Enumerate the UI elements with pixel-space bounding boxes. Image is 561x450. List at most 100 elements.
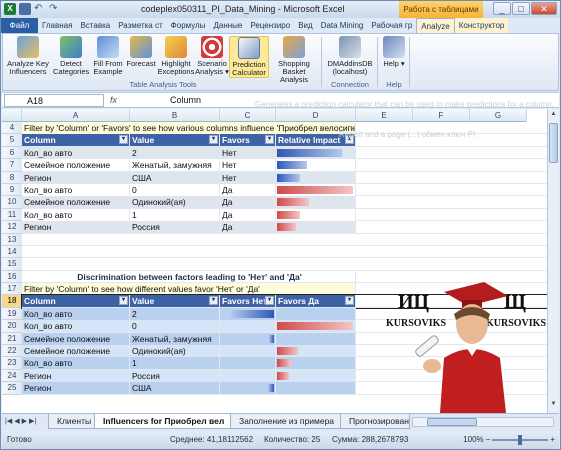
cell-column[interactable]: Регион — [22, 171, 130, 184]
tab-page-layout[interactable]: Разметка ст — [114, 18, 166, 33]
cell-column[interactable]: Кол_во авто — [22, 307, 130, 320]
cell-favors[interactable]: Да — [220, 221, 276, 234]
cell-column[interactable]: Кол_во авто — [22, 183, 130, 196]
cell-column[interactable]: Семейное положение — [22, 332, 130, 345]
column-header[interactable]: C — [220, 109, 276, 122]
row-header[interactable]: 17 — [2, 283, 22, 296]
redo-icon[interactable]: ↷ — [49, 3, 61, 15]
cell-relative-impact[interactable] — [276, 159, 356, 172]
row-header[interactable]: 14 — [2, 245, 22, 259]
cell-favors-da[interactable] — [276, 369, 356, 382]
hscroll-thumb[interactable] — [427, 418, 477, 426]
cell-column[interactable]: Регион — [22, 221, 130, 234]
detect-categories-button[interactable]: Detect Categories — [53, 36, 89, 76]
filter-dropdown-icon[interactable]: ▾ — [265, 296, 274, 306]
cell-value[interactable]: Женатый, замужняя — [130, 332, 220, 345]
cell-favors-net[interactable] — [220, 332, 276, 345]
row-header[interactable]: 5 — [2, 134, 22, 147]
cell-column[interactable]: Регион — [22, 382, 130, 395]
cell-value[interactable]: Одинокий(ая) — [130, 196, 220, 209]
row-header[interactable]: 24 — [2, 369, 22, 383]
maximize-button[interactable]: □ — [512, 2, 530, 15]
sheet-tab-active[interactable]: Influencers for Приобрел вел — [94, 414, 234, 429]
row-header[interactable]: 15 — [2, 258, 22, 271]
cell-relative-impact[interactable] — [276, 221, 356, 234]
cell-column[interactable]: Семейное положение — [22, 159, 130, 172]
row-header[interactable]: 9 — [2, 183, 22, 197]
sheet-tab[interactable]: Клиенты — [48, 414, 101, 429]
header-column[interactable]: Column ▾ — [22, 295, 130, 308]
header-favors-net[interactable]: Favors Нет ▾ — [220, 295, 276, 308]
header-value[interactable]: Value ▾ — [130, 295, 220, 308]
row-header[interactable]: 12 — [2, 221, 22, 234]
zoom-in-icon[interactable]: + — [550, 435, 555, 444]
cell-favors[interactable]: Нет — [220, 146, 276, 159]
tab-workgroup[interactable]: Рабочая гр — [367, 18, 416, 33]
fill-from-example-button[interactable]: Fill From Example — [91, 36, 125, 76]
cell-value[interactable]: 2 — [130, 146, 220, 159]
cell-favors[interactable]: Нет — [220, 159, 276, 172]
cell-favors[interactable]: Да — [220, 208, 276, 221]
tab-analyze[interactable]: Analyze — [416, 18, 455, 33]
zoom-slider[interactable] — [492, 434, 549, 445]
row-header[interactable]: 13 — [2, 233, 22, 246]
cell-favors-net[interactable] — [220, 320, 276, 333]
first-sheet-icon[interactable]: |◀ — [5, 417, 12, 425]
cell-value[interactable]: 1 — [130, 357, 220, 370]
row-header[interactable]: 25 — [2, 382, 22, 395]
cell-value[interactable]: 0 — [130, 183, 220, 196]
header-favors[interactable]: Favors ▾ — [220, 134, 276, 147]
minimize-button[interactable]: _ — [493, 2, 511, 15]
tab-file[interactable]: Файл — [1, 18, 38, 33]
last-sheet-icon[interactable]: ▶| — [29, 417, 36, 425]
formula-input[interactable]: Column — [170, 95, 201, 105]
cell-favors-net[interactable] — [220, 357, 276, 370]
sheet-tab[interactable]: Прогнозирование — [340, 414, 410, 429]
filter-dropdown-icon[interactable]: ▾ — [209, 296, 218, 306]
cell-value[interactable]: Россия — [130, 221, 220, 234]
tab-data[interactable]: Данные — [209, 18, 246, 33]
header-favors-da[interactable]: Favors Да ▾ — [276, 295, 356, 308]
tab-design[interactable]: Конструктор — [454, 18, 509, 33]
filter-dropdown-icon[interactable]: ▾ — [345, 296, 354, 306]
cell-favors-net[interactable] — [220, 345, 276, 358]
cell-relative-impact[interactable] — [276, 146, 356, 159]
scroll-thumb[interactable] — [549, 123, 558, 163]
row-header[interactable]: 11 — [2, 208, 22, 222]
shopping-basket-button[interactable]: Shopping Basket Analysis — [269, 36, 319, 84]
header-column[interactable]: Column ▾ — [22, 134, 130, 147]
cell-favors-da[interactable] — [276, 382, 356, 395]
zoom-level[interactable]: 100% — [463, 435, 483, 444]
forecast-button[interactable]: Forecast — [125, 36, 157, 68]
horizontal-scrollbar[interactable] — [412, 417, 554, 427]
cell-favors-net[interactable] — [220, 369, 276, 382]
next-sheet-icon[interactable]: ▶ — [22, 417, 27, 425]
cell-favors-da[interactable] — [276, 332, 356, 345]
row-header[interactable]: 20 — [2, 320, 22, 333]
excel-logo-icon[interactable]: X — [4, 3, 16, 15]
cell-favors-net[interactable] — [220, 382, 276, 395]
zoom-knob[interactable] — [518, 434, 523, 445]
save-icon[interactable] — [19, 3, 31, 15]
row-header[interactable]: 19 — [2, 307, 22, 321]
select-all-corner[interactable] — [2, 109, 22, 122]
row-header[interactable]: 23 — [2, 357, 22, 370]
column-header[interactable]: D — [276, 109, 356, 122]
scroll-down-icon[interactable]: ▼ — [549, 401, 558, 411]
zoom-control[interactable]: 100% − + — [463, 434, 555, 445]
tab-insert[interactable]: Вставка — [76, 18, 114, 33]
cell-value[interactable]: 2 — [130, 307, 220, 320]
filter-dropdown-icon[interactable]: ▾ — [119, 135, 128, 145]
prediction-calculator-button[interactable]: Prediction Calculator — [229, 36, 269, 78]
tab-review[interactable]: Рецензиро — [246, 18, 294, 33]
column-header[interactable]: F — [413, 109, 470, 122]
row-header[interactable]: 6 — [2, 146, 22, 160]
cell-relative-impact[interactable] — [276, 171, 356, 184]
scroll-up-icon[interactable]: ▲ — [549, 111, 558, 121]
zoom-out-icon[interactable]: − — [486, 435, 491, 444]
cell-favors[interactable]: Да — [220, 183, 276, 196]
cell-favors-da[interactable] — [276, 307, 356, 320]
row-header[interactable]: 7 — [2, 159, 22, 172]
help-button[interactable]: Help ▾ — [381, 36, 407, 68]
cell-column[interactable]: Регион — [22, 369, 130, 382]
